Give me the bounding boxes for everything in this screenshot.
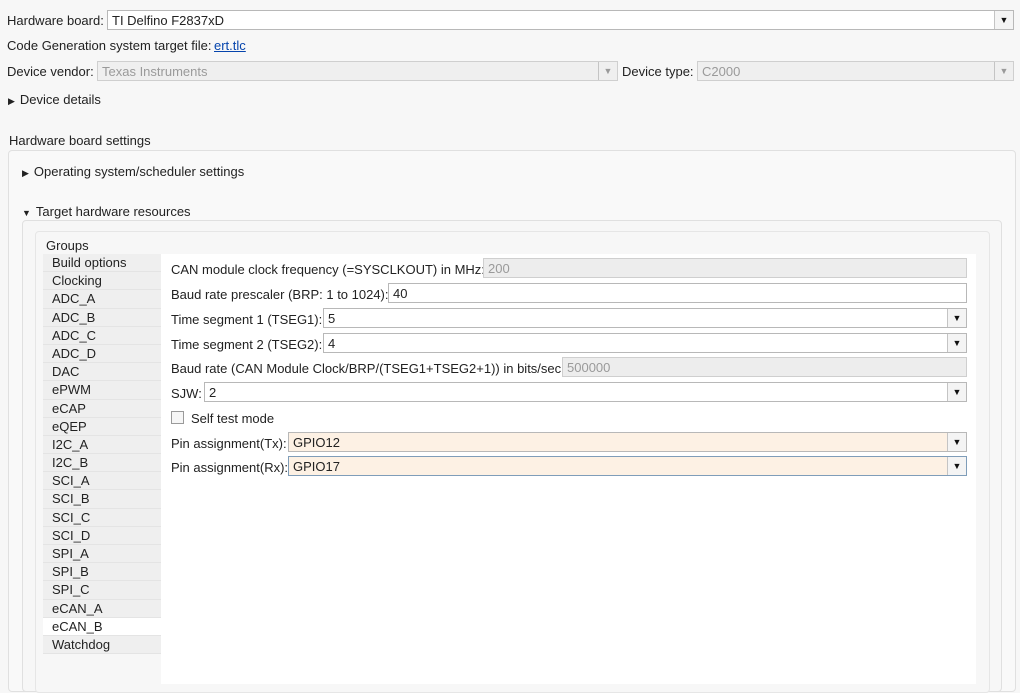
group-item-epwm[interactable]: ePWM [43,381,161,400]
baud-rate-value: 500000 [567,360,611,375]
chevron-down-icon: ▼ [994,62,1013,80]
group-item-sci-a[interactable]: SCI_A [43,472,161,491]
can-clock-field: 200 [483,258,967,278]
rx-pin-value: GPIO17 [293,459,340,474]
device-type-label: Device type: [622,64,694,79]
group-item-spi-b[interactable]: SPI_B [43,563,161,582]
group-item-clocking[interactable]: Clocking [43,272,161,291]
hardware-board-value: TI Delfino F2837xD [112,13,224,28]
self-test-label: Self test mode [191,411,275,426]
groups-label: Groups [46,238,89,253]
chevron-down-icon: ▼ [994,11,1013,29]
group-item-adc-b[interactable]: ADC_B [43,308,161,327]
hardware-board-label: Hardware board: [7,13,104,28]
triangle-down-icon: ▼ [22,208,31,218]
group-item-spi-a[interactable]: SPI_A [43,545,161,564]
group-item-i2c-a[interactable]: I2C_A [43,435,161,455]
brp-value: 40 [393,286,408,301]
device-details-toggle[interactable]: ▶ Device details [8,92,101,107]
rx-pin-label: Pin assignment(Rx): [171,460,289,475]
chevron-down-icon: ▼ [947,309,966,327]
device-vendor-value: Texas Instruments [102,64,208,79]
group-item-i2c-b[interactable]: I2C_B [43,454,161,473]
tx-pin-dropdown[interactable]: GPIO12 ▼ [288,432,967,452]
group-item-sci-d[interactable]: SCI_D [43,526,161,545]
tseg1-label: Time segment 1 (TSEG1): [171,312,323,327]
triangle-right-icon: ▶ [22,168,29,178]
group-item-adc-c[interactable]: ADC_C [43,326,161,345]
hardware-board-settings-title: Hardware board settings [9,133,151,148]
os-scheduler-section-toggle[interactable]: ▶ Operating system/scheduler settings [22,164,244,179]
os-scheduler-section-label: Operating system/scheduler settings [33,164,245,179]
target-hardware-section-toggle[interactable]: ▼ Target hardware resources [22,204,191,219]
group-item-adc-a[interactable]: ADC_A [43,290,161,309]
tseg2-label: Time segment 2 (TSEG2): [171,337,323,352]
chevron-down-icon: ▼ [598,62,617,80]
hardware-board-dropdown[interactable]: TI Delfino F2837xD ▼ [107,10,1014,30]
chevron-down-icon: ▼ [947,457,966,475]
baud-rate-field: 500000 [562,357,967,377]
group-item-ecan-b[interactable]: eCAN_B [43,617,161,636]
tx-pin-value: GPIO12 [293,435,340,450]
group-item-adc-d[interactable]: ADC_D [43,344,161,364]
target-hardware-section-label: Target hardware resources [35,204,191,219]
group-item-spi-c[interactable]: SPI_C [43,581,161,600]
tx-pin-label: Pin assignment(Tx): [171,436,287,451]
groups-list: Build options Clocking ADC_A ADC_B ADC_C… [43,254,161,684]
rx-pin-dropdown[interactable]: GPIO17 ▼ [288,456,967,476]
group-item-build-options[interactable]: Build options [43,254,161,273]
target-file-label: Code Generation system target file: [7,38,212,53]
self-test-checkbox[interactable] [171,411,184,424]
device-vendor-dropdown: Texas Instruments ▼ [97,61,618,81]
chevron-down-icon: ▼ [947,334,966,352]
triangle-right-icon: ▶ [8,96,15,106]
group-item-sci-c[interactable]: SCI_C [43,508,161,527]
device-vendor-label: Device vendor: [7,64,94,79]
group-item-sci-b[interactable]: SCI_B [43,490,161,509]
brp-input[interactable]: 40 [388,283,967,303]
sjw-dropdown[interactable]: 2 ▼ [204,382,967,402]
baud-rate-label: Baud rate (CAN Module Clock/BRP/(TSEG1+T… [171,361,565,376]
device-type-value: C2000 [702,64,741,79]
tseg2-dropdown[interactable]: 4 ▼ [323,333,967,353]
target-file-link[interactable]: ert.tlc [214,38,246,53]
sjw-label: SJW: [171,386,202,401]
group-item-dac[interactable]: DAC [43,363,161,382]
sjw-value: 2 [209,385,217,400]
group-item-ecan-a[interactable]: eCAN_A [43,599,161,618]
can-clock-value: 200 [488,261,510,276]
tseg1-dropdown[interactable]: 5 ▼ [323,308,967,328]
can-clock-label: CAN module clock frequency (=SYSCLKOUT) … [171,262,485,277]
tseg2-value: 4 [328,336,336,351]
group-item-watchdog[interactable]: Watchdog [43,635,161,655]
group-item-ecap[interactable]: eCAP [43,399,161,418]
group-item-eqep[interactable]: eQEP [43,417,161,436]
device-details-label: Device details [19,92,101,107]
brp-label: Baud rate prescaler (BRP: 1 to 1024): [171,287,389,302]
tseg1-value: 5 [328,311,336,326]
device-type-dropdown: C2000 ▼ [697,61,1014,81]
chevron-down-icon: ▼ [947,433,966,451]
chevron-down-icon: ▼ [947,383,966,401]
